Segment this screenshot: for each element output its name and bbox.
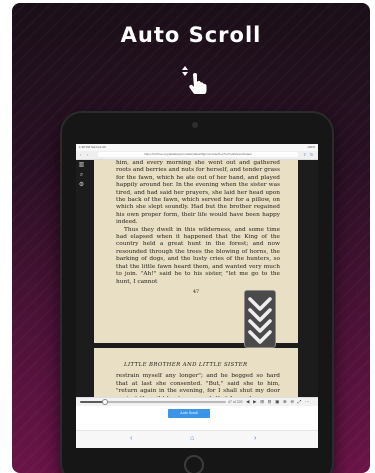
library-icon[interactable]: ▥	[78, 162, 85, 169]
browser-back-icon[interactable]: ‹	[80, 152, 81, 157]
nav-back-icon[interactable]: ‹	[130, 435, 132, 443]
double-chevron-down-icon	[248, 297, 272, 344]
headline: Auto Scroll	[120, 23, 262, 47]
autoscroll-button[interactable]: Auto Scroll	[168, 409, 210, 418]
status-time: 1:38 PM Sat Feb 29	[79, 145, 106, 149]
reader-toolbar-icons[interactable]: ◀ ▶ ⊞ ⊟ ▣ ⊕ ⊖ ⤢ ⋯	[246, 399, 311, 405]
home-icon[interactable]: ⌂	[190, 435, 194, 443]
browser-forward-icon[interactable]: ›	[87, 152, 88, 157]
tablet-camera	[192, 122, 198, 128]
chapter-title: LITTLE BROTHER AND LITTLE SISTER	[124, 362, 248, 368]
url-field[interactable]: https://archive.org/details/grimmsfairyt…	[98, 152, 298, 157]
page-progress-slider[interactable]	[80, 399, 226, 405]
reader-toolbar: 47 of 220 ◀ ▶ ⊞ ⊟ ▣ ⊕ ⊖ ⤢ ⋯	[76, 397, 318, 406]
status-battery: 100%	[307, 145, 315, 149]
tablet-screen: 1:38 PM Sat Feb 29 100% ‹ › https://arch…	[76, 144, 318, 448]
nav-forward-icon[interactable]: ›	[254, 435, 256, 443]
browser-bar: ‹ › https://archive.org/details/grimmsfa…	[76, 151, 318, 160]
viewer-side-tools: ▥ ⌕ ⚙	[78, 162, 86, 192]
paragraph-2: Thus they dwelt in this wilderness, and …	[116, 226, 280, 285]
share-icon[interactable]: ⇪	[303, 152, 306, 157]
paragraph-3: restrain myself any longer"; and he begg…	[116, 373, 280, 400]
paragraph-1: him, and every morning she went out and …	[116, 160, 280, 226]
scroll-gesture-icon	[182, 66, 207, 94]
tablet-device: 1:38 PM Sat Feb 29 100% ‹ › https://arch…	[60, 111, 334, 473]
promo-card: Auto Scroll 1:38 PM Sat Feb 29 100% ‹ › …	[12, 3, 370, 473]
status-bar: 1:38 PM Sat Feb 29 100%	[76, 144, 318, 151]
progress-knob[interactable]	[101, 399, 108, 405]
book-viewer[interactable]: ▥ ⌕ ⚙ him, and every morning she went ou…	[76, 160, 318, 400]
search-icon[interactable]: ⌕	[78, 172, 85, 179]
settings-icon[interactable]: ⚙	[78, 182, 85, 189]
page-counter: 47 of 220	[228, 400, 243, 404]
book-page-bottom: LITTLE BROTHER AND LITTLE SISTER restrai…	[94, 348, 298, 400]
bottom-nav: ‹ ⌂ ›	[76, 430, 318, 448]
autoscroll-overlay-button[interactable]	[244, 290, 276, 348]
reload-icon[interactable]: ↻	[310, 152, 313, 157]
tablet-home-button[interactable]	[184, 455, 204, 473]
